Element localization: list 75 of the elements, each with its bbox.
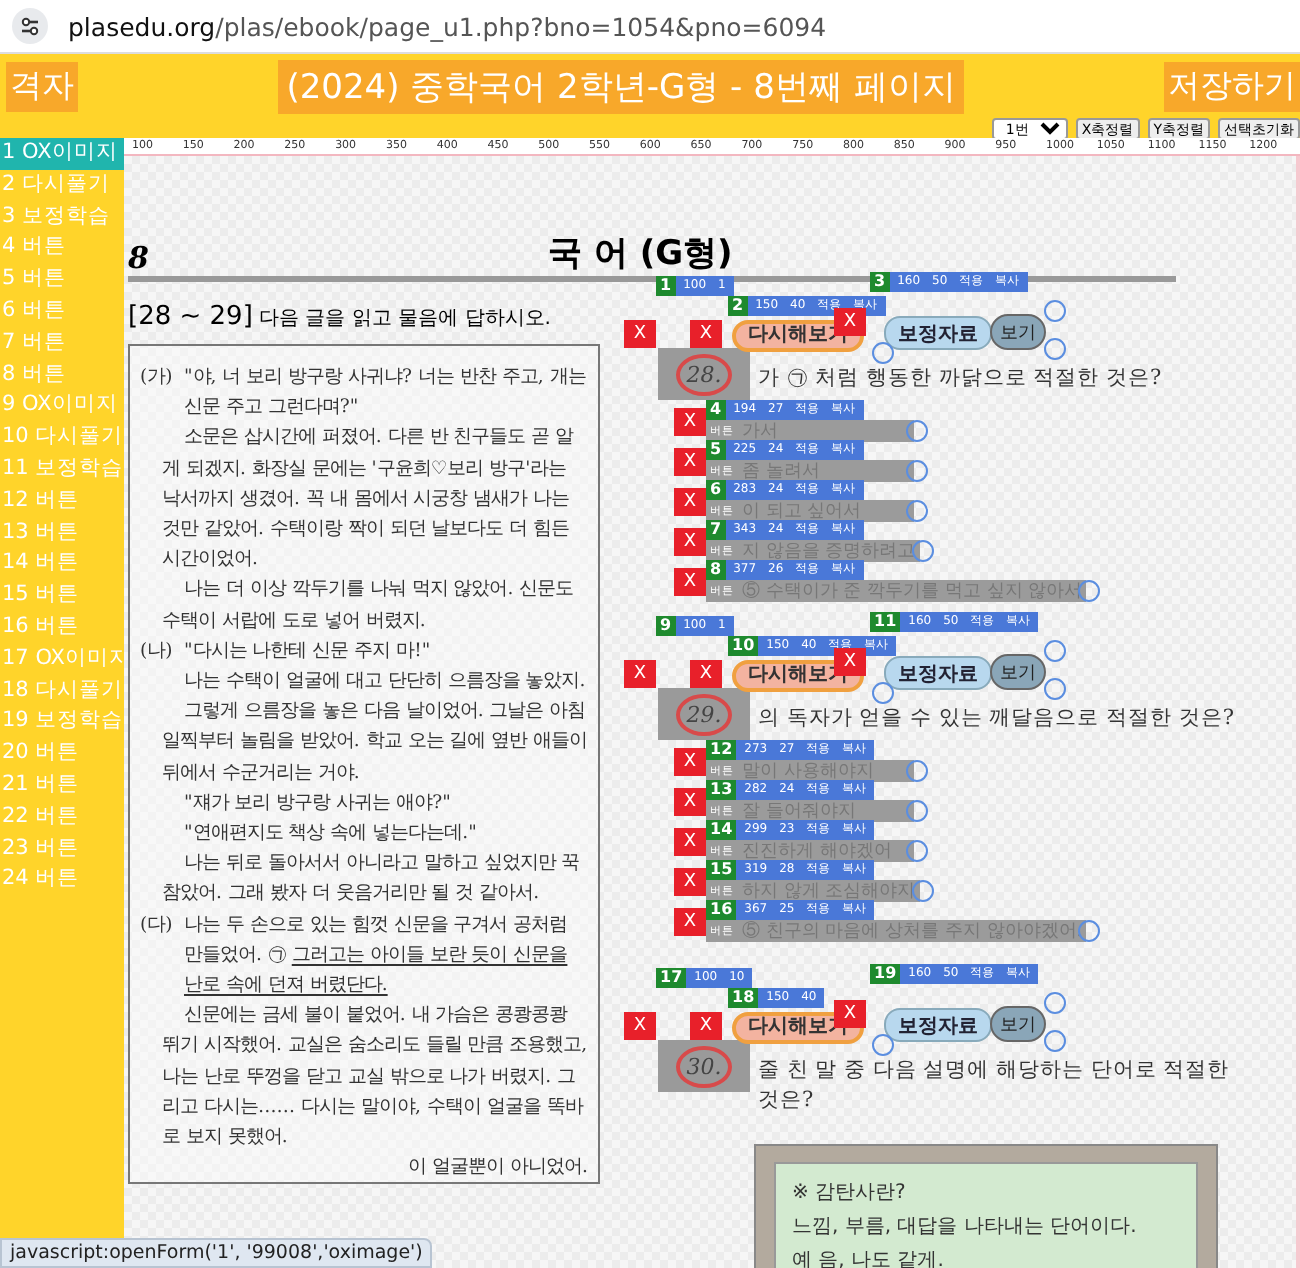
passage-paragraph: 나는 두 손으로 있는 힘껏 신문을 구겨서 공처럼 만들었어. ㉠ 그러고는 아이들 보란 듯이 신문을 난로 속에 던져 버렸단다.: [184, 911, 570, 1001]
resize-handle[interactable]: [911, 540, 934, 562]
view-button[interactable]: 보기: [990, 654, 1046, 690]
sidebar-item[interactable]: 1 OX이미지: [0, 138, 124, 170]
paragraph-label: (다): [140, 911, 175, 940]
resize-handle[interactable]: [906, 760, 928, 782]
passage-paragraph: 나는 더 이상 깍두기를 나눠 먹지 않았어. 신문도 수택이 서랍에 도로 넣어 버렸지.: [160, 576, 576, 636]
resize-handle[interactable]: [911, 880, 934, 902]
resize-handle[interactable]: [1044, 640, 1066, 662]
resize-handle[interactable]: [906, 460, 928, 482]
instruction-text: [28 ~ 29] 다음 글을 읽고 물음에 답하시오.: [128, 302, 553, 332]
material-button[interactable]: 보정자료: [884, 1008, 992, 1042]
resize-handle[interactable]: [906, 500, 928, 522]
resize-handle[interactable]: [1044, 1030, 1066, 1052]
delete-button[interactable]: X: [624, 320, 656, 348]
resize-handle[interactable]: [1044, 338, 1066, 360]
note-text: 느낌, 부름, 대답을 나타내는 단어이다.: [792, 1214, 1139, 1242]
question-number: 29.: [676, 693, 732, 735]
resize-handle[interactable]: [1078, 580, 1101, 602]
delete-button[interactable]: X: [674, 908, 706, 936]
delete-button[interactable]: X: [674, 488, 706, 516]
page-number: 8: [128, 240, 151, 276]
resize-handle[interactable]: [1044, 678, 1066, 700]
url-text[interactable]: plasedu.org/plas/ebook/page_u1.php?bno=1054&pno=6094: [68, 11, 827, 41]
delete-button[interactable]: X: [690, 660, 722, 688]
passage-paragraph: "연애편지도 책상 속에 넣는다는데.": [182, 820, 479, 849]
passage-paragraph: 소문은 삽시간에 퍼졌어. 다른 반 친구들도 곧 알게 되겠지. 화장실 문에는 '구윤희♡보리 방구'라는 낙서까지 생겼어. 꼭 내 몸에서 시궁창 냄새가 나는 것만 같았어. 수택이랑 짝이 되던 날보다도 더 힘든 시간이었어.: [160, 424, 576, 575]
status-bar: javascript:openForm('1', '99008','oximage'): [0, 1238, 433, 1268]
passage-paragraph: "다시는 나한테 신문 주지 마!": [184, 637, 431, 666]
delete-button[interactable]: X: [674, 528, 706, 556]
subject-title: 국 어 (G형): [548, 236, 733, 272]
passage-paragraph: "쟤가 보리 방구랑 사귀는 애야?": [182, 789, 453, 818]
question-number: 28.: [676, 353, 732, 395]
resize-handle[interactable]: [1044, 992, 1066, 1014]
resize-handle[interactable]: [906, 840, 928, 862]
delete-button[interactable]: X: [834, 648, 866, 676]
delete-button[interactable]: X: [674, 448, 706, 476]
delete-button[interactable]: X: [674, 868, 706, 896]
resize-handle[interactable]: [906, 800, 928, 822]
passage-paragraph: 신문에는 금세 불이 붙었어. 내 가슴은 콩쾅콩쾅 뛰기 시작했어. 교실은 숨소리도 들릴 만큼 조용했고, 나는 난로 뚜껑을 닫고 교실 밖으로 나가 버렸지. 그리고 다시는…… 다시는 말이야, 수택이 얼굴을 똑바로 보지 못했어.: [160, 1002, 588, 1153]
delete-button[interactable]: X: [624, 1012, 656, 1040]
question-stem: 가 ㉠ 처럼 행동한 까닭으로 적절한 것은?: [758, 364, 1164, 394]
delete-button[interactable]: X: [674, 408, 706, 436]
passage-paragraph: 이 얼굴뿐이 아니었어.: [406, 1154, 588, 1183]
passage-paragraph: "야, 너 보리 방구랑 사귀냐? 너는 반찬 주고, 개는 신문 주고 그런다며?": [184, 364, 588, 423]
site-settings-icon: [12, 8, 48, 44]
delete-button[interactable]: X: [674, 748, 706, 776]
passage-paragraph: 그렇게 으름장을 놓은 다음 날이었어. 그날은 아침 일찍부터 놀림을 받았어. 학교 오는 길에 옆반 애들이 뒤에서 수군거리는 거야.: [160, 698, 588, 788]
resize-handle[interactable]: [872, 342, 894, 364]
view-button[interactable]: 보기: [990, 1006, 1046, 1042]
page-title: (2024) 중학국어 2학년-G형 - 8번째 페이지: [278, 60, 964, 114]
material-button[interactable]: 보정자료: [884, 656, 992, 690]
resize-handle[interactable]: [906, 420, 928, 442]
paragraph-label: (나): [140, 637, 175, 666]
note-text: ※ 감탄사란?: [792, 1180, 908, 1208]
delete-button[interactable]: X: [674, 568, 706, 596]
passage-paragraph: 나는 수택이 얼굴에 대고 단단히 으름장을 놓았지.: [182, 668, 588, 697]
question-number: 30.: [676, 1045, 732, 1087]
view-button[interactable]: 보기: [990, 314, 1046, 350]
passage-paragraph: 나는 뒤로 돌아서서 아니라고 말하고 싶었지만 꾹 참았어. 그래 봤자 더 웃음거리만 될 것 같아서.: [160, 850, 582, 909]
resize-handle[interactable]: [872, 1034, 894, 1056]
delete-button[interactable]: X: [674, 828, 706, 856]
delete-button[interactable]: X: [674, 788, 706, 816]
resize-handle[interactable]: [872, 682, 894, 704]
delete-button[interactable]: X: [834, 308, 866, 336]
delete-button[interactable]: X: [690, 320, 722, 348]
resize-handle[interactable]: [1078, 920, 1101, 942]
delete-button[interactable]: X: [834, 1000, 866, 1028]
question-stem: 의 독자가 얻을 수 있는 깨달음으로 적절한 것은?: [758, 704, 1236, 734]
resize-handle[interactable]: [1044, 300, 1066, 322]
delete-button[interactable]: X: [690, 1012, 722, 1040]
material-button[interactable]: 보정자료: [884, 316, 992, 350]
paragraph-label: (가): [140, 364, 175, 392]
delete-button[interactable]: X: [624, 660, 656, 688]
question-stem: 줄 친 말 중 다음 설명에 해당하는 단어로 적절한 것은?: [758, 1056, 1232, 1116]
